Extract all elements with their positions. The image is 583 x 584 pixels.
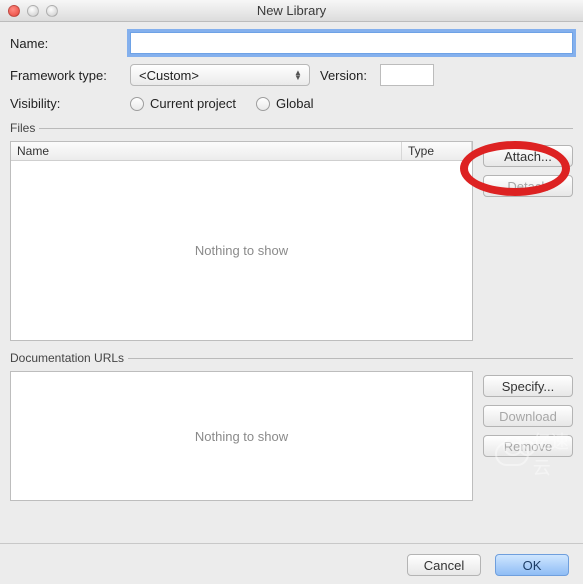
minimize-traffic-light[interactable] — [27, 5, 39, 17]
radio-icon — [256, 97, 270, 111]
radio-icon — [130, 97, 144, 111]
documentation-listbox[interactable]: Nothing to show — [10, 371, 473, 501]
files-listbox[interactable]: Name Type Nothing to show — [10, 141, 473, 341]
version-input[interactable] — [380, 64, 434, 86]
close-traffic-light[interactable] — [8, 5, 20, 17]
visibility-global-label: Global — [276, 96, 314, 111]
cancel-button[interactable]: Cancel — [407, 554, 481, 576]
window-title: New Library — [0, 3, 583, 18]
name-input[interactable] — [130, 32, 573, 54]
visibility-global-radio[interactable]: Global — [256, 96, 314, 111]
attach-button[interactable]: Attach... — [483, 145, 573, 167]
files-col-name[interactable]: Name — [11, 142, 402, 160]
version-label: Version: — [320, 68, 380, 83]
framework-type-value: <Custom> — [139, 68, 199, 83]
files-list-header: Name Type — [11, 142, 472, 161]
visibility-label: Visibility: — [10, 96, 130, 111]
files-legend: Files — [10, 121, 39, 135]
documentation-empty-text: Nothing to show — [195, 429, 288, 444]
files-group: Files Name Type Nothing to show Attach..… — [10, 121, 573, 341]
visibility-current-label: Current project — [150, 96, 236, 111]
dialog-footer: Cancel OK — [0, 543, 583, 584]
files-col-type[interactable]: Type — [402, 142, 472, 160]
detach-button: Detach — [483, 175, 573, 197]
name-label: Name: — [10, 36, 130, 51]
download-button: Download — [483, 405, 573, 427]
combo-stepper-icon: ▲▼ — [291, 70, 305, 80]
visibility-current-radio[interactable]: Current project — [130, 96, 236, 111]
ok-button[interactable]: OK — [495, 554, 569, 576]
titlebar: New Library — [0, 0, 583, 22]
zoom-traffic-light[interactable] — [46, 5, 58, 17]
framework-type-combo[interactable]: <Custom> ▲▼ — [130, 64, 310, 86]
documentation-group: Documentation URLs Nothing to show Speci… — [10, 351, 573, 501]
window-controls — [8, 5, 58, 17]
documentation-legend: Documentation URLs — [10, 351, 128, 365]
remove-button: Remove — [483, 435, 573, 457]
files-empty-text: Nothing to show — [11, 161, 472, 340]
specify-button[interactable]: Specify... — [483, 375, 573, 397]
framework-type-label: Framework type: — [10, 68, 130, 83]
